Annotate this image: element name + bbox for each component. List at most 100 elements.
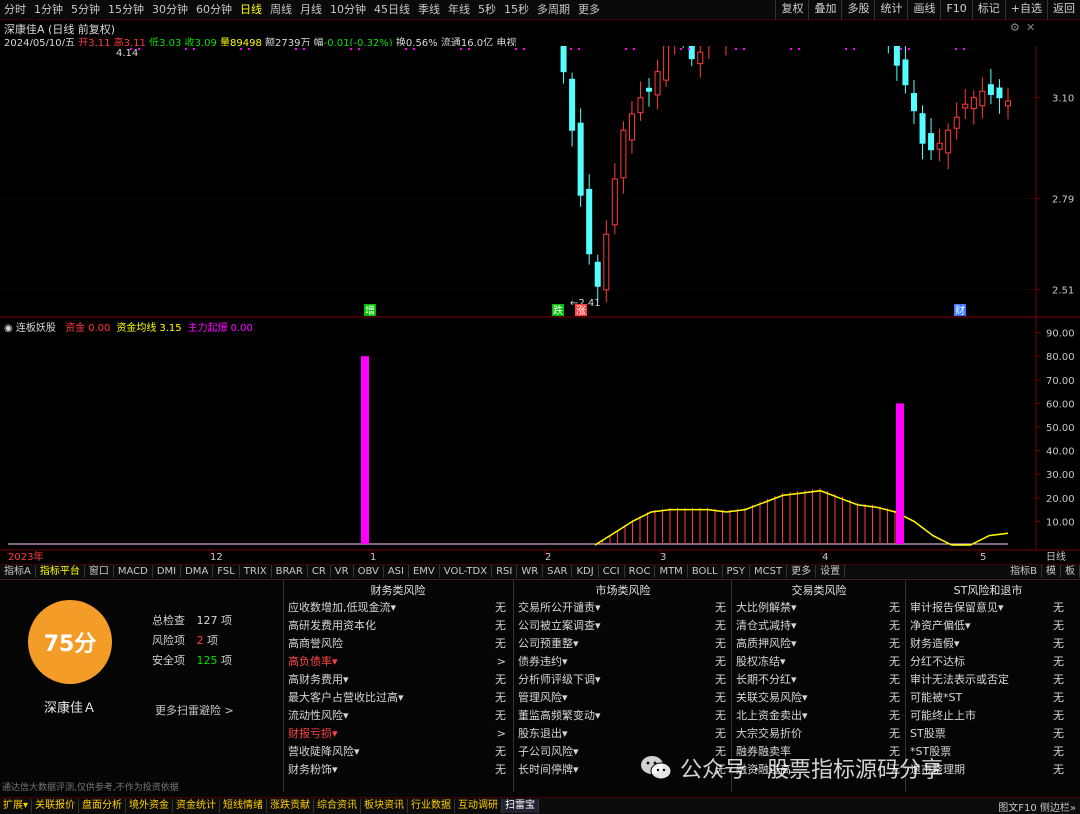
risk-row[interactable]: 管理风险▾ 无 bbox=[516, 689, 730, 707]
timeframe-1[interactable]: 1分钟 bbox=[30, 0, 67, 20]
timeframe-4[interactable]: 30分钟 bbox=[148, 0, 192, 20]
event-mark[interactable]: 跌 bbox=[553, 304, 563, 317]
indicator-tab-12[interactable]: ASI bbox=[384, 565, 409, 578]
risk-row[interactable]: 债券违约▾ 无 bbox=[516, 653, 730, 671]
risk-row[interactable]: 财务粉饰▾ 无 bbox=[286, 761, 510, 779]
bottom-tab-11[interactable]: 扫雷宝 bbox=[502, 799, 540, 813]
bottom-tab-9[interactable]: 行业数据 bbox=[408, 799, 456, 813]
indicator-tab-2[interactable]: 窗口 bbox=[85, 565, 114, 578]
indicator-tab-15[interactable]: RSI bbox=[492, 565, 518, 578]
timeframe-14[interactable]: 15秒 bbox=[500, 0, 533, 20]
timeframe-7[interactable]: 周线 bbox=[266, 0, 296, 20]
indicator-tab-3[interactable]: MACD bbox=[114, 565, 153, 578]
toolbar-button-8[interactable]: 返回 bbox=[1047, 0, 1080, 20]
risk-row[interactable]: 财务造假▾ 无 bbox=[908, 635, 1068, 653]
toolbar-button-5[interactable]: F10 bbox=[940, 0, 971, 20]
toolbar-button-6[interactable]: 标记 bbox=[971, 0, 1005, 20]
period-label[interactable]: 日线 bbox=[1046, 550, 1066, 563]
toolbar-button-3[interactable]: 统计 bbox=[874, 0, 907, 20]
gear-icon[interactable]: ⚙ bbox=[1010, 21, 1020, 34]
indicator-tab-10[interactable]: VR bbox=[331, 565, 354, 578]
more-scan-link[interactable]: 更多扫雷避险 > bbox=[155, 702, 234, 718]
bottom-tab-0[interactable]: 扩展▾ bbox=[0, 799, 33, 813]
indicator-tab-1[interactable]: 指标平台 bbox=[36, 565, 85, 578]
indicator-tab-right-0[interactable]: 指标B bbox=[1006, 565, 1042, 578]
timeframe-12[interactable]: 年线 bbox=[444, 0, 474, 20]
risk-row[interactable]: 公司预重整▾ 无 bbox=[516, 635, 730, 653]
timeframe-10[interactable]: 45日线 bbox=[370, 0, 414, 20]
risk-row[interactable]: 交易所公开谴责▾ 无 bbox=[516, 599, 730, 617]
toolbar-button-4[interactable]: 画线 bbox=[907, 0, 940, 20]
toolbar-button-2[interactable]: 多股 bbox=[841, 0, 874, 20]
indicator-tab-right-1[interactable]: 模 bbox=[1042, 565, 1061, 578]
risk-row[interactable]: 财报亏损▾ > bbox=[286, 725, 510, 743]
bottom-tab-4[interactable]: 资金统计 bbox=[173, 799, 221, 813]
risk-row[interactable]: 高商誉风险 无 bbox=[286, 635, 510, 653]
event-mark[interactable]: 财 bbox=[955, 304, 965, 317]
event-mark[interactable]: 增 bbox=[365, 304, 375, 317]
risk-row[interactable]: 公司被立案调查▾ 无 bbox=[516, 617, 730, 635]
risk-row[interactable]: 大比例解禁▾ 无 bbox=[734, 599, 904, 617]
risk-row[interactable]: 长期不分红▾ 无 bbox=[734, 671, 904, 689]
timeframe-8[interactable]: 月线 bbox=[296, 0, 326, 20]
bottom-tab-3[interactable]: 境外资金 bbox=[126, 799, 174, 813]
risk-row[interactable]: 高财务费用▾ 无 bbox=[286, 671, 510, 689]
timeframe-11[interactable]: 季线 bbox=[414, 0, 444, 20]
risk-row[interactable]: 北上资金卖出▾ 无 bbox=[734, 707, 904, 725]
indicator-tab-17[interactable]: SAR bbox=[543, 565, 573, 578]
indicator-tab-0[interactable]: 指标A bbox=[0, 565, 36, 578]
risk-row[interactable]: 可能被*ST 无 bbox=[908, 689, 1068, 707]
timeframe-9[interactable]: 10分钟 bbox=[326, 0, 370, 20]
indicator-tab-13[interactable]: EMV bbox=[409, 565, 440, 578]
indicator-tab-5[interactable]: DMA bbox=[181, 565, 214, 578]
indicator-tab-23[interactable]: PSY bbox=[723, 565, 751, 578]
toolbar-button-0[interactable]: 复权 bbox=[775, 0, 808, 20]
indicator-tab-8[interactable]: BRAR bbox=[272, 565, 308, 578]
risk-row[interactable]: ST股票 无 bbox=[908, 725, 1068, 743]
bottom-tab-7[interactable]: 综合资讯 bbox=[314, 799, 362, 813]
risk-row[interactable]: 高质押风险▾ 无 bbox=[734, 635, 904, 653]
risk-row[interactable]: 最大客户占营收比过高▾ 无 bbox=[286, 689, 510, 707]
risk-row[interactable]: 分红不达标 无 bbox=[908, 653, 1068, 671]
close-icon[interactable]: ✕ bbox=[1026, 21, 1035, 34]
indicator-tab-21[interactable]: MTM bbox=[655, 565, 688, 578]
indicator-tab-22[interactable]: BOLL bbox=[688, 565, 723, 578]
risk-row[interactable]: 高负债率▾ > bbox=[286, 653, 510, 671]
indicator-tab-4[interactable]: DMI bbox=[153, 565, 182, 578]
risk-row[interactable]: 高研发费用资本化 无 bbox=[286, 617, 510, 635]
timeframe-0[interactable]: 分时 bbox=[0, 0, 30, 20]
indicator-tab-9[interactable]: CR bbox=[308, 565, 331, 578]
candlestick-chart[interactable]: 4.133.753.413.102.792.514.14←2.41增跌涨财 bbox=[0, 46, 1080, 318]
indicator-tab-7[interactable]: TRIX bbox=[240, 565, 272, 578]
timeframe-5[interactable]: 60分钟 bbox=[192, 0, 236, 20]
risk-row[interactable]: 净资产偏低▾ 无 bbox=[908, 617, 1068, 635]
risk-row[interactable]: 关联交易风险▾ 无 bbox=[734, 689, 904, 707]
indicator-tab-18[interactable]: KDJ bbox=[572, 565, 599, 578]
risk-row[interactable]: 股权冻结▾ 无 bbox=[734, 653, 904, 671]
risk-row[interactable]: 股东退出▾ 无 bbox=[516, 725, 730, 743]
risk-row[interactable]: 审计无法表示或否定 无 bbox=[908, 671, 1068, 689]
toolbar-button-1[interactable]: 叠加 bbox=[808, 0, 841, 20]
risk-row[interactable]: 流动性风险▾ 无 bbox=[286, 707, 510, 725]
indicator-tab-25[interactable]: 更多 bbox=[787, 565, 817, 578]
indicator-tab-right-2[interactable]: 板 bbox=[1061, 565, 1080, 578]
timeframe-3[interactable]: 15分钟 bbox=[104, 0, 148, 20]
toolbar-button-7[interactable]: +自选 bbox=[1004, 0, 1047, 20]
risk-row[interactable]: 应收数增加,低现金流▾ 无 bbox=[286, 599, 510, 617]
indicator-tab-6[interactable]: FSL bbox=[213, 565, 240, 578]
timeframe-16[interactable]: 更多 bbox=[574, 0, 604, 20]
event-mark[interactable]: 涨 bbox=[576, 305, 586, 317]
risk-row[interactable]: 清仓式减持▾ 无 bbox=[734, 617, 904, 635]
timeframe-2[interactable]: 5分钟 bbox=[67, 0, 104, 20]
risk-row[interactable]: 大宗交易折价 无 bbox=[734, 725, 904, 743]
indicator-tab-26[interactable]: 设置 bbox=[816, 565, 846, 578]
bottom-tab-2[interactable]: 盘面分析 bbox=[79, 799, 127, 813]
timeframe-13[interactable]: 5秒 bbox=[474, 0, 500, 20]
risk-row[interactable]: 审计报告保留意见▾ 无 bbox=[908, 599, 1068, 617]
indicator-tab-14[interactable]: VOL-TDX bbox=[440, 565, 493, 578]
indicator-tab-11[interactable]: OBV bbox=[354, 565, 384, 578]
bottom-tab-6[interactable]: 涨跌贡献 bbox=[267, 799, 315, 813]
risk-row[interactable]: 可能终止上市 无 bbox=[908, 707, 1068, 725]
risk-row[interactable]: 分析师评级下调▾ 无 bbox=[516, 671, 730, 689]
timeframe-15[interactable]: 多周期 bbox=[533, 0, 574, 20]
